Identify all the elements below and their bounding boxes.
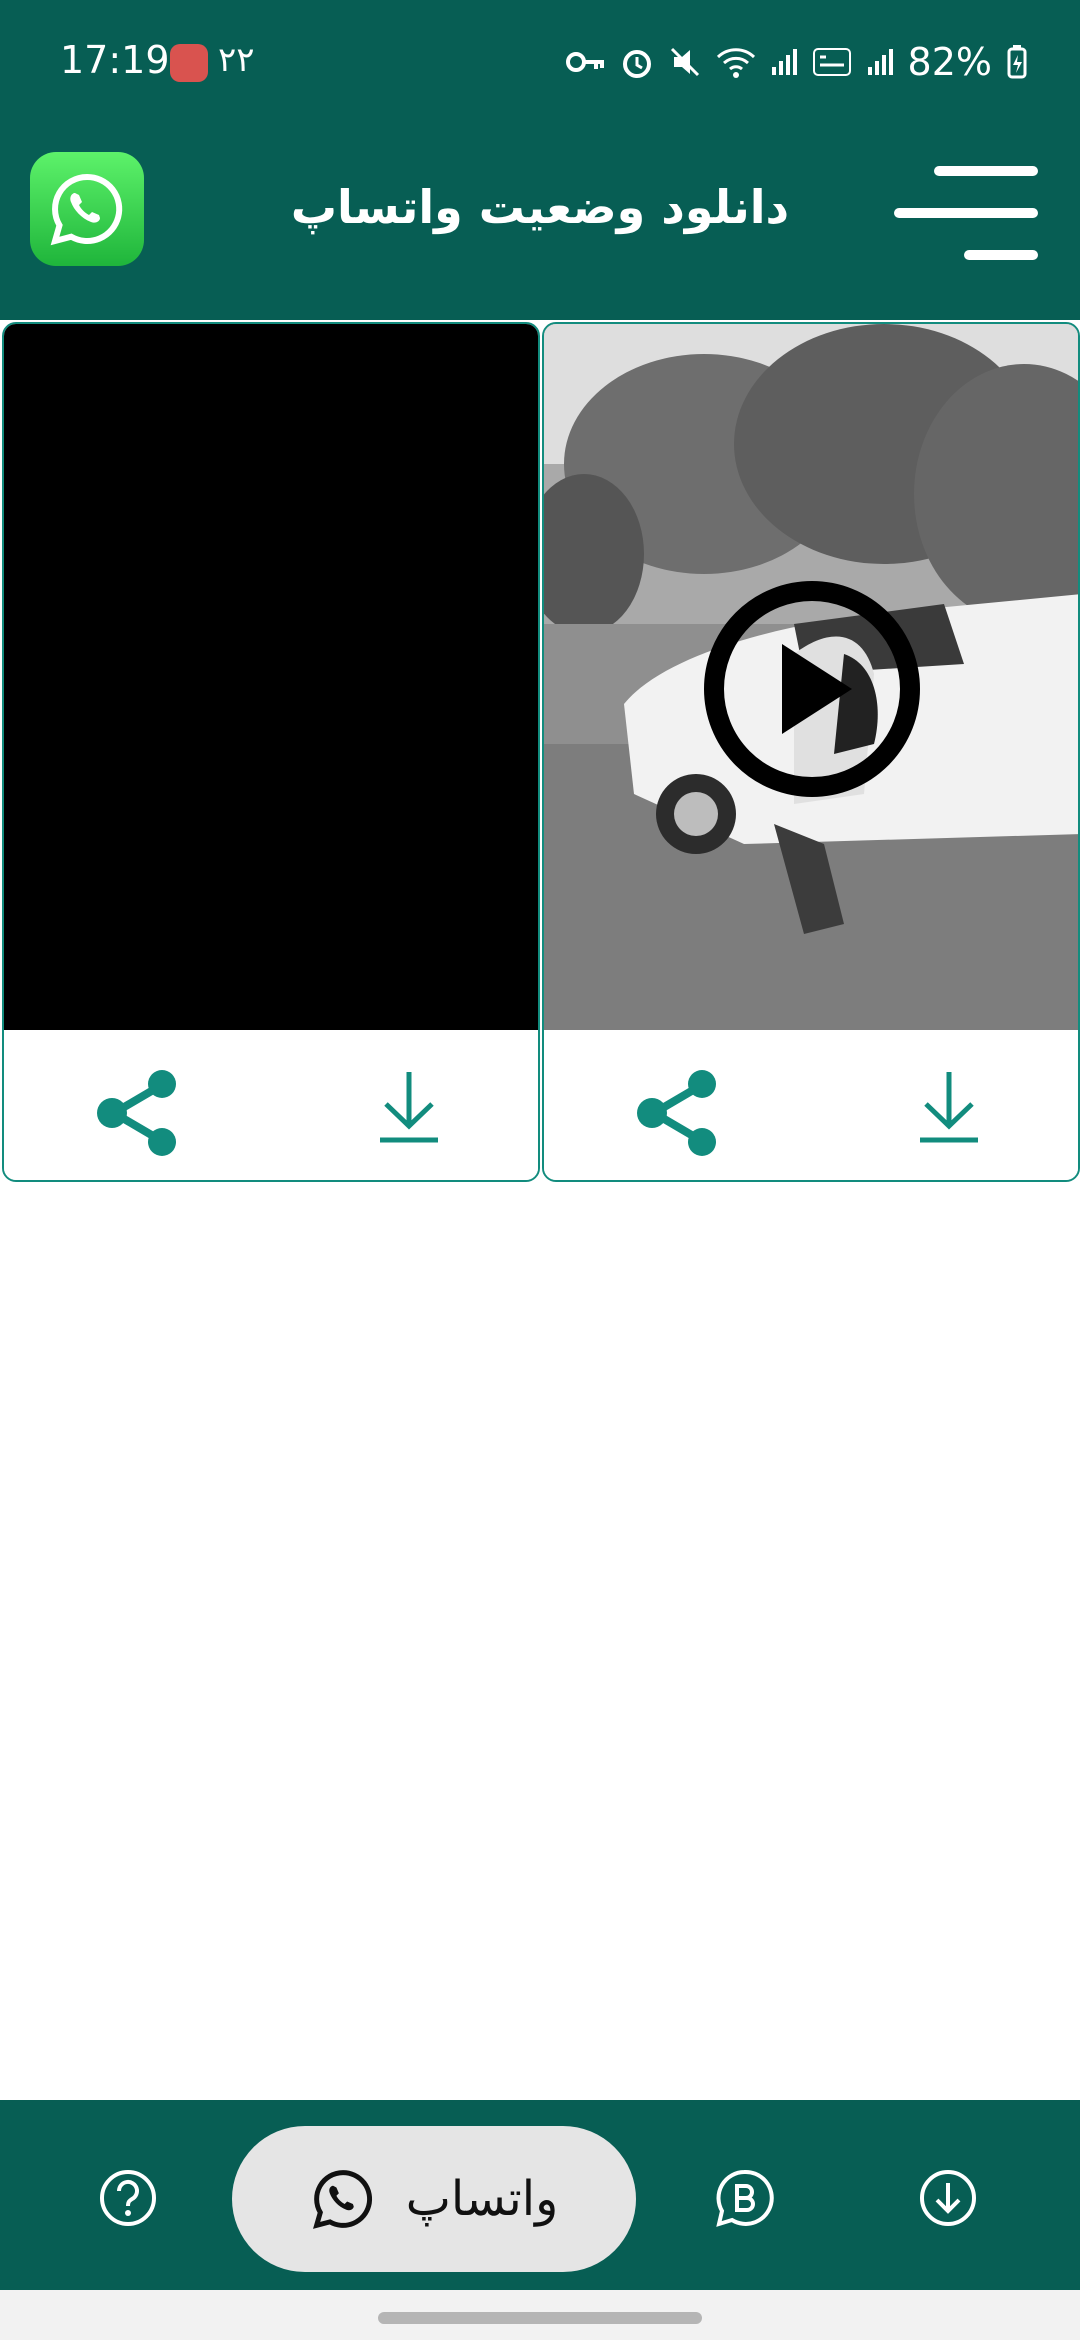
status-time: 17:19 — [60, 38, 170, 82]
menu-button[interactable] — [892, 158, 1042, 268]
lte-icon — [812, 48, 851, 76]
notification-badge-icon — [170, 44, 208, 82]
alarm-icon — [622, 50, 651, 78]
download-button[interactable] — [914, 1066, 984, 1146]
download-button[interactable] — [374, 1066, 444, 1146]
share-icon — [97, 1070, 176, 1156]
download-icon — [920, 1072, 978, 1143]
whatsapp-icon — [312, 2170, 372, 2229]
nav-help-button[interactable] — [98, 2168, 158, 2228]
play-button[interactable] — [702, 579, 922, 799]
nav-downloads-button[interactable] — [918, 2168, 978, 2228]
nav-business-button[interactable] — [714, 2168, 774, 2228]
download-circle-icon — [920, 2170, 976, 2226]
signal-icon-2 — [867, 49, 893, 75]
help-icon — [100, 2170, 156, 2226]
share-icon — [637, 1070, 716, 1156]
battery-percent: 82% — [907, 40, 992, 84]
download-icon — [380, 1072, 438, 1143]
whatsapp-business-icon — [716, 2169, 774, 2227]
status-card[interactable] — [542, 322, 1080, 1182]
card-actions — [544, 1030, 1078, 1180]
video-thumbnail[interactable] — [4, 324, 538, 1030]
menu-icon — [894, 166, 1038, 260]
notification-count: ۲۲ — [218, 40, 255, 80]
bottom-navigation: واتساپ — [0, 2100, 1080, 2290]
share-button[interactable] — [92, 1068, 182, 1158]
signal-icon — [771, 49, 797, 75]
gesture-handle[interactable] — [378, 2312, 702, 2324]
play-icon — [704, 581, 920, 797]
video-thumbnail[interactable] — [544, 324, 1078, 1030]
status-card[interactable] — [2, 322, 540, 1182]
share-button[interactable] — [632, 1068, 722, 1158]
status-bar: 17:19 ۲۲ 82% — [0, 0, 1080, 130]
mute-icon — [670, 47, 699, 77]
wifi-icon — [716, 48, 755, 78]
whatsapp-logo-icon — [30, 152, 144, 266]
card-actions — [4, 1030, 538, 1180]
battery-icon — [1007, 45, 1027, 79]
key-icon — [565, 52, 604, 72]
nav-whatsapp-label: واتساپ — [405, 2171, 559, 2227]
page-title: دانلود وضعیت واتساپ — [290, 180, 790, 234]
app-bar: دانلود وضعیت واتساپ — [0, 130, 1080, 320]
nav-whatsapp-tab[interactable]: واتساپ — [232, 2126, 636, 2272]
status-icons: 82% — [565, 40, 1028, 84]
